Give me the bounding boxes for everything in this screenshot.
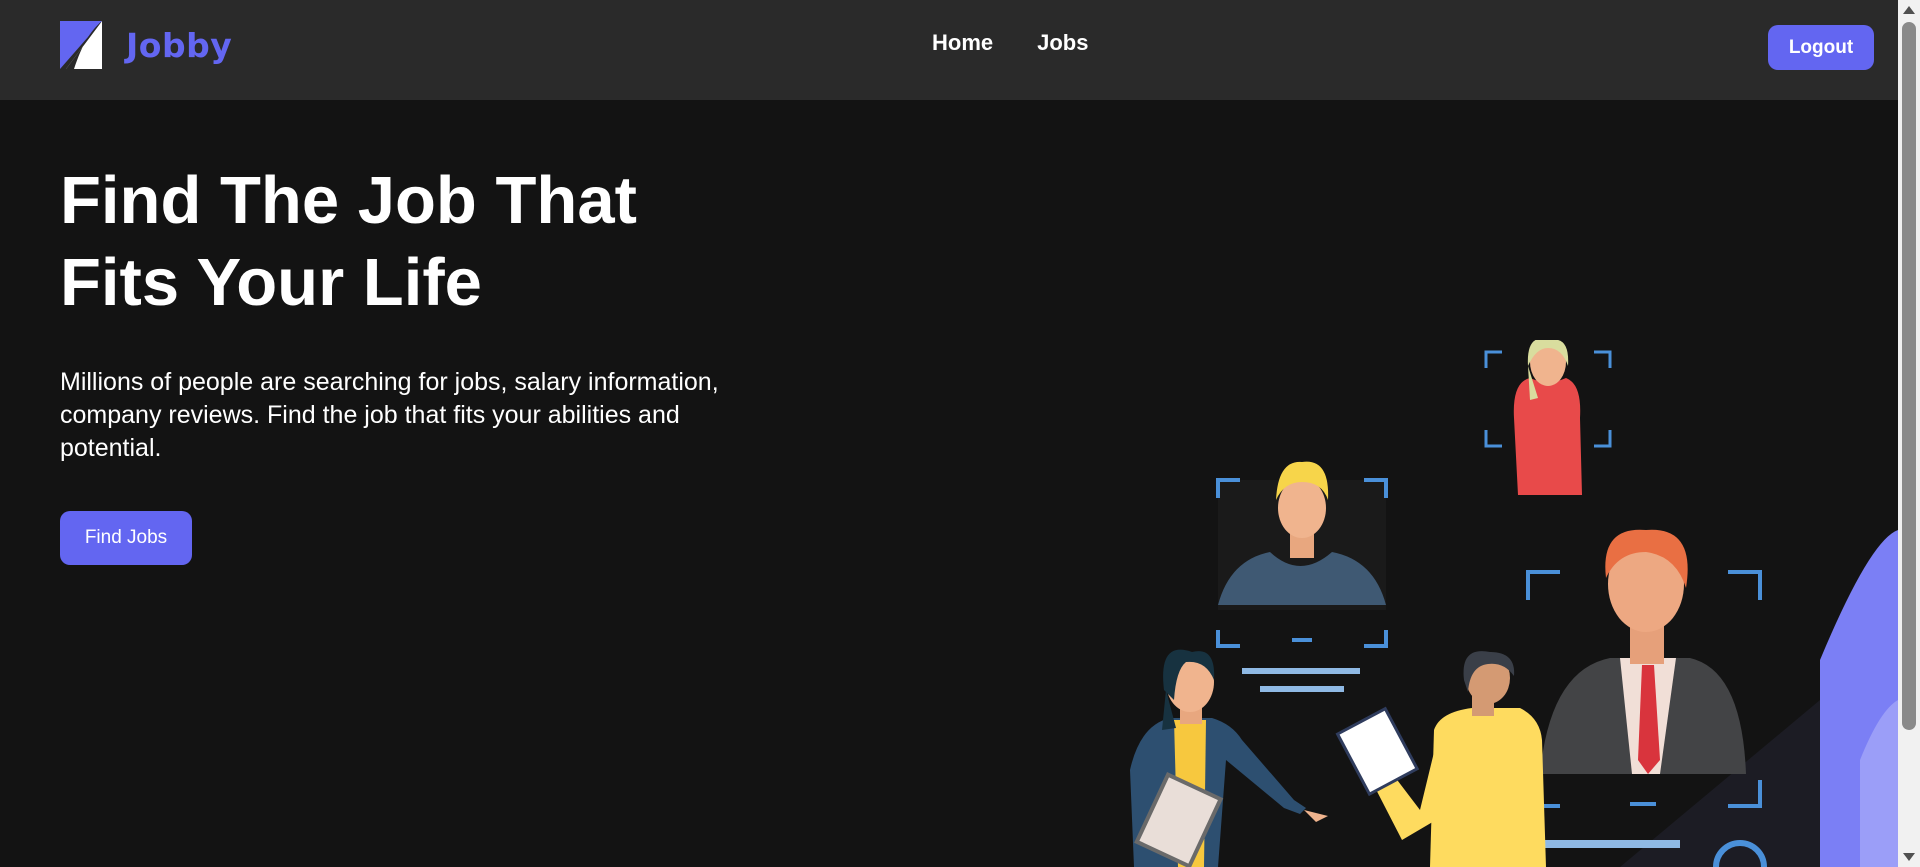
- woman-with-clipboard-figure: [1130, 649, 1328, 867]
- navbar: Jobby Home Jobs Logout: [0, 0, 1898, 100]
- scroll-up-arrow-icon[interactable]: [1903, 6, 1915, 14]
- logo-text: Jobby: [126, 25, 233, 65]
- logout-button[interactable]: Logout: [1768, 25, 1874, 70]
- logo-link[interactable]: Jobby: [60, 20, 232, 70]
- scroll-down-arrow-icon[interactable]: [1903, 853, 1915, 861]
- home-page: Jobby Home Jobs Logout Find The Job That…: [0, 0, 1920, 867]
- candidate-card-man: [1216, 461, 1388, 692]
- hero-title-line-1: Find The Job That: [60, 163, 637, 238]
- hero-title-line-2: Fits Your Life: [60, 245, 482, 320]
- man-with-document-figure: [1335, 651, 1546, 867]
- find-jobs-button[interactable]: Find Jobs: [60, 511, 192, 565]
- scroll-thumb[interactable]: [1902, 22, 1916, 730]
- hero-title: Find The Job That Fits Your Life: [60, 160, 760, 324]
- page-scrollbar[interactable]: [1898, 0, 1920, 867]
- hero-description: Millions of people are searching for job…: [60, 368, 719, 462]
- nav-link-home[interactable]: Home: [932, 30, 993, 56]
- hiring-illustration: [1130, 340, 1898, 867]
- jobby-logo-icon: [60, 21, 102, 69]
- candidate-card-woman: [1484, 340, 1612, 495]
- nav-links: Home Jobs: [932, 30, 1088, 56]
- nav-link-jobs[interactable]: Jobs: [1037, 30, 1088, 56]
